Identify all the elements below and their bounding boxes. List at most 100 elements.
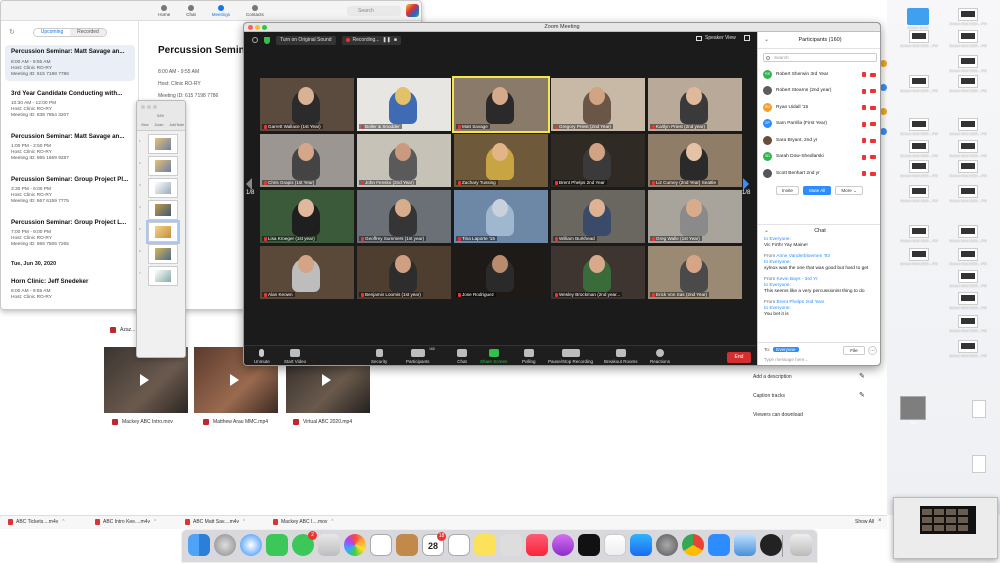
system-preferences-icon[interactable] [656,534,678,556]
chevron-up-icon[interactable]: ⌃ [153,519,157,525]
page-thumbnail[interactable] [148,178,178,198]
meeting-list-item[interactable]: Horn Clinic: Jeff Snedeker 8:00 AM - 9:5… [5,275,135,304]
screenshot-preview[interactable] [893,497,998,559]
pause-stop-recording-button[interactable]: Pause/Stop Recording [548,349,593,364]
encryption-shield-icon[interactable] [264,36,270,44]
desktop-screenshot-file[interactable]: Screen Shot 2020-...PM [895,185,943,203]
muted-mic-icon[interactable] [862,72,866,77]
desktop-folder[interactable]: Screen Shots [894,8,942,30]
podcasts-icon[interactable] [552,534,574,556]
notes-icon[interactable] [474,534,496,556]
apple-tv-icon[interactable] [578,534,600,556]
more-options-icon[interactable]: … [868,346,877,355]
file-item[interactable]: Mackey ABC Intro.mov [112,419,173,425]
desktop-screenshot-file[interactable]: Screen Shot 2020-...PM [944,340,992,358]
news-icon[interactable] [604,534,626,556]
desktop-screenshot-file[interactable]: Screen Shot 2020-...PM [944,248,992,266]
participant-video-tile[interactable]: Boller & Snodder [357,78,451,131]
chevron-up-icon[interactable]: ⌃ [330,519,334,525]
show-all-button[interactable]: Show All [855,519,874,525]
desktop-screenshot-file[interactable]: Screen Shot 2020-...PM [944,225,992,243]
calendar-icon[interactable]: 28 [422,532,446,556]
music-icon[interactable] [526,534,548,556]
caption-tracks-label[interactable]: Caption tracks [753,393,785,399]
meeting-list-item[interactable]: Percussion Seminar: Group Project Pl... … [5,173,135,208]
extension-icon[interactable] [880,84,887,91]
page-thumbnail[interactable] [148,134,178,154]
zoom-app-icon[interactable] [708,534,730,556]
info-icon[interactable] [252,37,258,43]
chat-message-input[interactable]: Type message here... [764,357,808,362]
desktop-screenshot-file[interactable]: Screen Shot 2020-...PM [944,292,992,310]
tab-chat[interactable]: Chat [186,4,196,17]
app-store-icon[interactable] [630,534,652,556]
participant-video-tile[interactable]: William Burkhead [551,190,645,243]
muted-mic-icon[interactable] [862,171,866,176]
chat-sender-link[interactable]: Kevin Bays - 3rd Yr [777,277,818,282]
desktop-screenshot-file[interactable]: Screen Shot 2020-...PM [944,315,992,333]
original-sound-button[interactable]: Turn on Original Sound [276,35,336,45]
facetime-icon[interactable] [266,534,288,556]
previous-page-button[interactable]: 1/8 [246,178,256,196]
extension-icon[interactable] [880,108,887,115]
recorded-tab[interactable]: Recorded [70,29,106,36]
safari-icon[interactable] [240,534,262,556]
edit-pencil-icon[interactable]: ✎ [859,372,865,380]
photos-icon[interactable] [344,534,366,556]
participant-video-tile[interactable]: Benjamin Loomis (1st year) [357,246,451,299]
participant-row[interactable]: RS Robert Sherwin 3rd Year [758,66,880,83]
participant-video-tile[interactable]: Geoffrey Summers (1st year) [357,190,451,243]
desktop-screenshot-file[interactable]: Screen Shot 2020-...PM [944,8,992,26]
breakout-rooms-button[interactable]: Breakout Rooms [604,349,638,364]
participant-row[interactable]: SP Sam Parrilla (First Year) [758,116,880,133]
search-input[interactable]: Search [347,6,401,16]
participant-video-tile[interactable]: Tina Laporte '15 [454,190,548,243]
page-thumbnail[interactable] [148,266,178,286]
share-screen-button[interactable]: Share Screen [480,349,508,364]
participant-video-tile[interactable]: John Fensko (2nd Year) [357,134,451,187]
participant-row[interactable]: Scott Benhart 2nd yr [758,165,880,182]
desktop-screenshot-file[interactable]: Screen Shot 2020-...PM [944,55,992,73]
extension-icon[interactable] [880,128,887,135]
quicktime-icon[interactable] [760,534,782,556]
chat-sender-link[interactable]: Anne Vanderbloemen '93 [776,254,830,259]
notes-brown-icon[interactable] [396,534,418,556]
page-thumbnail[interactable] [148,200,178,220]
desktop-screenshot-file[interactable]: Screen Shot 2020-...PM [895,248,943,266]
chevron-up-icon[interactable]: ⌃ [242,519,246,525]
meeting-list-item[interactable]: Percussion Seminar: Matt Savage an... 1:… [5,130,135,165]
desktop-screenshot-file[interactable]: Screen Shot 2020-...PM [944,75,992,93]
desktop-screenshot-file[interactable]: Screen Shot 2020-...PM [895,160,943,178]
page-thumbnail[interactable] [148,156,178,176]
participant-video-tile[interactable]: Zachary Tussing [454,134,548,187]
tab-meetings[interactable]: Meetings [212,4,230,17]
muted-mic-icon[interactable] [862,88,866,94]
participant-row[interactable]: Sara Bryant, 2nd yr [758,132,880,149]
maps-icon[interactable] [318,534,340,556]
muted-mic-icon[interactable] [862,121,866,127]
upcoming-tab[interactable]: Upcoming [34,29,70,36]
participant-video-tile[interactable]: Garrett Wallace (1st Year) [260,78,354,131]
participant-video-tile[interactable]: Wesley Brockman (2nd year... [551,246,645,299]
participant-video-tile[interactable]: Chris Grapis (1st Year) [260,134,354,187]
reactions-button[interactable]: Reactions [650,349,670,364]
participant-video-tile[interactable]: Liz Curney (2nd Year) Seattle [648,134,742,187]
meeting-list-item[interactable]: Percussion Seminar: Matt Savage an... 8:… [5,45,135,81]
active-speaker-tile[interactable]: Matt Savage [452,76,550,133]
participant-video-tile[interactable]: Erick Von Sas (2nd Year) [648,246,742,299]
meeting-list-item[interactable]: Percussion Seminar: Group Project L... 7… [5,216,135,251]
more-button[interactable]: More ⌄ [835,185,863,195]
participant-row[interactable]: SD Sarah Dow-Shedlarski [758,149,880,166]
chat-button[interactable]: Chat [457,349,467,364]
desktop-document-file[interactable] [955,400,1000,419]
desktop-screenshot-file[interactable]: Screen Shot 2020-...PM [895,225,943,243]
participant-video-tile[interactable]: Alan Keown [260,246,354,299]
messages-icon[interactable] [292,531,317,556]
desktop-screenshot-file[interactable]: Screen Shot 2020-...PM [895,140,943,158]
participant-row[interactable]: RU Ryan Uidall '15 [758,99,880,116]
desktop-screenshot-file[interactable]: Screen Shot 2020-...PM [944,30,992,48]
finder-icon[interactable] [188,534,210,556]
desktop-screenshot-file[interactable]: Screen Shot 2020-...PM [895,75,943,93]
file-item[interactable]: Matthew Arau MMC.mp4 [203,419,268,425]
mute-all-button[interactable]: Mute All [802,185,832,195]
